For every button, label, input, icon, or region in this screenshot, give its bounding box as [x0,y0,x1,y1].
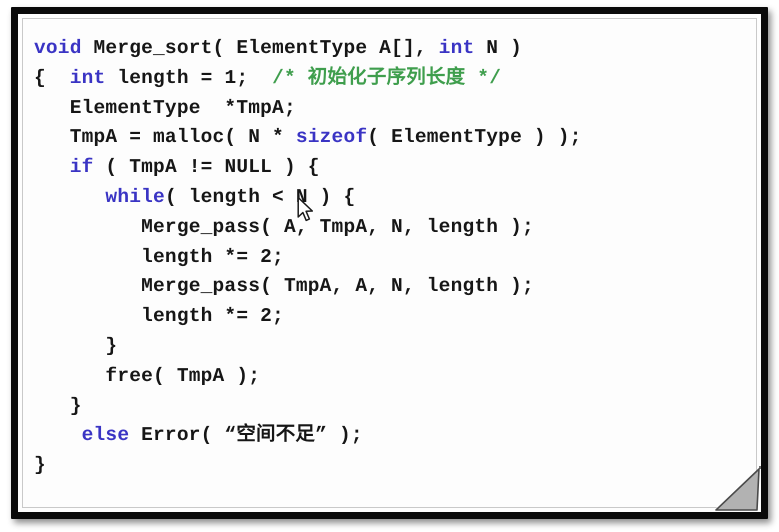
code-comment: /* 初始化子序列长度 */ [272,66,502,89]
code-keyword: sizeof [295,126,368,149]
code-text: length *= 2; [34,305,284,328]
code-text: } [34,454,46,477]
code-line: void Merge_sort( ElementType A[], int N … [34,34,751,64]
code-text: } [34,334,118,357]
code-line: Merge_pass( TmpA, A, N, length ); [34,272,751,302]
code-text: ( TmpA != NULL ) { [93,156,320,179]
code-text: Merge_pass( A, TmpA, N, length ); [34,215,534,238]
code-text: length = 1; [105,66,273,89]
code-text: free( TmpA ); [34,364,261,387]
code-line: while( length < N ) { [34,183,751,213]
slide-page: void Merge_sort( ElementType A[], int N … [18,14,761,512]
code-text: { [34,66,70,89]
code-line: { int length = 1; /* 初始化子序列长度 */ [34,64,751,94]
code-line: ElementType *TmpA; [34,94,751,124]
slide-frame: void Merge_sort( ElementType A[], int N … [11,7,768,519]
code-keyword: while [105,185,165,208]
code-line: free( TmpA ); [34,362,751,392]
code-text: ElementType *TmpA; [34,96,296,119]
code-line: TmpA = malloc( N * sizeof( ElementType )… [34,123,751,153]
code-text: length *= 2; [34,245,284,268]
code-keyword: else [81,424,130,447]
code-keyword: int [438,37,475,59]
code-block: void Merge_sort( ElementType A[], int N … [34,34,751,506]
code-line: Merge_pass( A, TmpA, N, length ); [34,213,751,243]
code-line: if ( TmpA != NULL ) { [34,153,751,183]
code-line: } [34,392,751,422]
code-text: N ) [474,37,522,59]
code-keyword: void [34,37,82,59]
code-text: Error( “空间不足” ); [129,424,363,447]
code-line: } [34,332,751,362]
code-text: TmpA = malloc( N * [34,126,296,149]
slide-screenshot: void Merge_sort( ElementType A[], int N … [0,0,779,532]
code-line: length *= 2; [34,243,751,273]
code-keyword: int [69,66,106,89]
code-line: } [34,451,751,481]
code-keyword: if [69,156,94,179]
code-text: Merge_pass( TmpA, A, N, length ); [34,275,534,298]
code-text: ( length < N ) { [164,185,356,208]
code-line: else Error( “空间不足” ); [34,421,751,451]
code-line: length *= 2; [34,302,751,332]
code-text: ( ElementType ) ); [367,126,582,149]
code-text: } [34,394,82,417]
code-text: Merge_sort( ElementType A[], [81,37,439,59]
